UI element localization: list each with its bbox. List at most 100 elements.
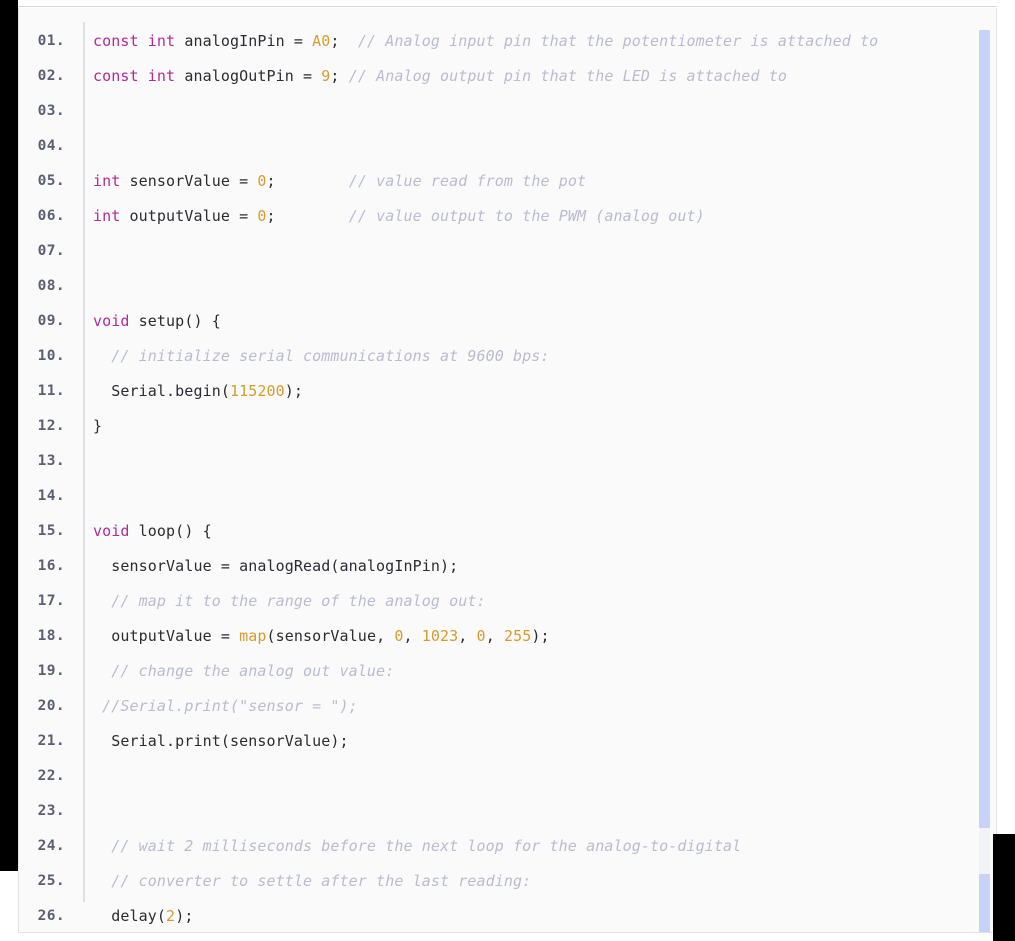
code-text[interactable]: // wait 2 milliseconds before the next l… [82,829,741,864]
code-viewer-root: 01. const int analogInPin = A0; // Analog… [0,0,1015,941]
token-com: // wait 2 milliseconds before the next l… [111,837,742,855]
token-num: 1023 [421,627,459,645]
token-plain: ); [175,907,194,925]
code-line[interactable]: 26. delay(2); [19,899,996,932]
token-plain: } [93,417,103,435]
code-text[interactable]: delay(2); [82,899,194,932]
code-line[interactable]: 04. [19,129,996,164]
line-number: 23. [37,803,65,819]
code-line[interactable]: 09. void setup() { [19,304,996,339]
code-line[interactable]: 24. // wait 2 milliseconds before the ne… [19,829,996,864]
token-plain: setup() { [129,312,221,330]
token-com: // Analog input pin that the potentiomet… [357,32,879,50]
code-line[interactable]: 16. sensorValue = analogRead(analogInPin… [19,549,996,584]
line-number: 14. [37,488,65,504]
code-line[interactable]: 08. [19,269,996,304]
token-com: // Analog output pin that the LED is att… [348,67,787,85]
code-text[interactable]: // initialize serial communications at 9… [82,339,550,374]
token-plain: loop() { [129,522,212,540]
code-line[interactable]: 22. [19,759,996,794]
line-number: 20. [37,698,65,714]
code-line[interactable]: 14. [19,479,996,514]
token-num: 0 [476,627,486,645]
code-line[interactable]: 18. outputValue = map(sensorValue, 0, 10… [19,619,996,654]
token-num: 0 [257,207,267,225]
code-text[interactable]: void setup() { [82,304,221,339]
code-text[interactable]: int sensorValue = 0; // value read from … [82,164,586,199]
line-number: 21. [37,733,65,749]
code-line[interactable]: 15. void loop() { [19,514,996,549]
line-number: 22. [37,768,65,784]
code-line[interactable]: 11. Serial.begin(115200); [19,374,996,409]
token-plain: ); [284,382,304,400]
token-fn: map [239,627,267,645]
code-text[interactable]: void loop() { [82,514,212,549]
code-line[interactable]: 03. [19,94,996,129]
frame-edge-left [0,0,18,871]
line-number: 17. [37,593,65,609]
token-num: 0 [257,172,267,190]
token-kw: void [93,312,130,330]
code-text[interactable]: // map it to the range of the analog out… [82,584,486,619]
token-com: // converter to settle after the last re… [111,872,532,890]
line-number: 01. [37,33,65,49]
code-text[interactable]: outputValue = map(sensorValue, 0, 1023, … [82,619,550,654]
token-plain: sensorValue = [120,172,258,190]
code-text[interactable]: //Serial.print("sensor = "); [82,689,358,724]
code-text[interactable]: int outputValue = 0; // value output to … [82,199,705,234]
vertical-scrollbar-thumb-lower[interactable] [979,874,990,932]
line-number: 05. [37,173,65,189]
code-text[interactable]: // converter to settle after the last re… [82,864,531,899]
token-plain: Serial.begin( [93,382,230,400]
code-line[interactable]: 19. // change the analog out value: [19,654,996,689]
token-plain: sensorValue = analogRead(analogInPin); [93,557,459,575]
token-plain: ); [531,627,550,645]
code-line[interactable]: 02. const int analogOutPin = 9; // Analog… [19,59,996,94]
vertical-scrollbar-track[interactable] [979,16,994,932]
token-plain: (sensorValue, [266,627,395,645]
code-text[interactable]: } [82,409,102,444]
code-line[interactable]: 12.} [19,409,996,444]
line-number: 25. [37,873,65,889]
code-line[interactable]: 25. // converter to settle after the las… [19,864,996,899]
code-line[interactable]: 17. // map it to the range of the analog… [19,584,996,619]
token-com: // map it to the range of the analog out… [111,592,486,610]
code-text[interactable]: Serial.begin(115200); [82,374,303,409]
line-number: 13. [37,453,65,469]
line-number: 10. [37,348,65,364]
token-kw: int [93,172,121,190]
code-text[interactable]: const int analogOutPin = 9; // Analog ou… [82,59,787,94]
line-number: 04. [37,138,65,154]
code-text[interactable]: // change the analog out value: [82,654,394,689]
token-plain: , [485,627,504,645]
line-number: 18. [37,628,65,644]
code-line[interactable]: 23. [19,794,996,829]
line-number: 06. [37,208,65,224]
token-plain: ; [266,207,349,225]
code-line[interactable]: 01. const int analogInPin = A0; // Analog… [19,24,996,59]
line-number: 08. [37,278,65,294]
line-number: 16. [37,558,65,574]
token-plain: ; [266,172,349,190]
code-text[interactable]: Serial.print(sensorValue); [82,724,349,759]
code-text[interactable]: const int analogInPin = A0; // Analog in… [82,24,878,59]
frame-edge-bottom-right [993,834,1015,941]
code-text[interactable]: sensorValue = analogRead(analogInPin); [82,549,458,584]
code-content-area[interactable]: 01. const int analogInPin = A0; // Analog… [19,8,996,932]
code-line[interactable]: 05. int sensorValue = 0; // value read fr… [19,164,996,199]
line-number: 03. [37,103,65,119]
code-line[interactable]: 13. [19,444,996,479]
vertical-scrollbar-thumb-upper[interactable] [979,30,990,828]
code-line[interactable]: 10. // initialize serial communications … [19,339,996,374]
token-plain: analogOutPin = [175,67,322,85]
code-editor-panel[interactable]: 01. const int analogInPin = A0; // Analog… [18,8,997,933]
token-com: // value output to the PWM (analog out) [348,207,705,225]
code-line[interactable]: 21. Serial.print(sensorValue); [19,724,996,759]
token-num: 115200 [229,382,285,400]
code-line[interactable]: 06. int outputValue = 0; // value output … [19,199,996,234]
code-line[interactable]: 20. //Serial.print("sensor = "); [19,689,996,724]
code-line[interactable]: 07. [19,234,996,269]
